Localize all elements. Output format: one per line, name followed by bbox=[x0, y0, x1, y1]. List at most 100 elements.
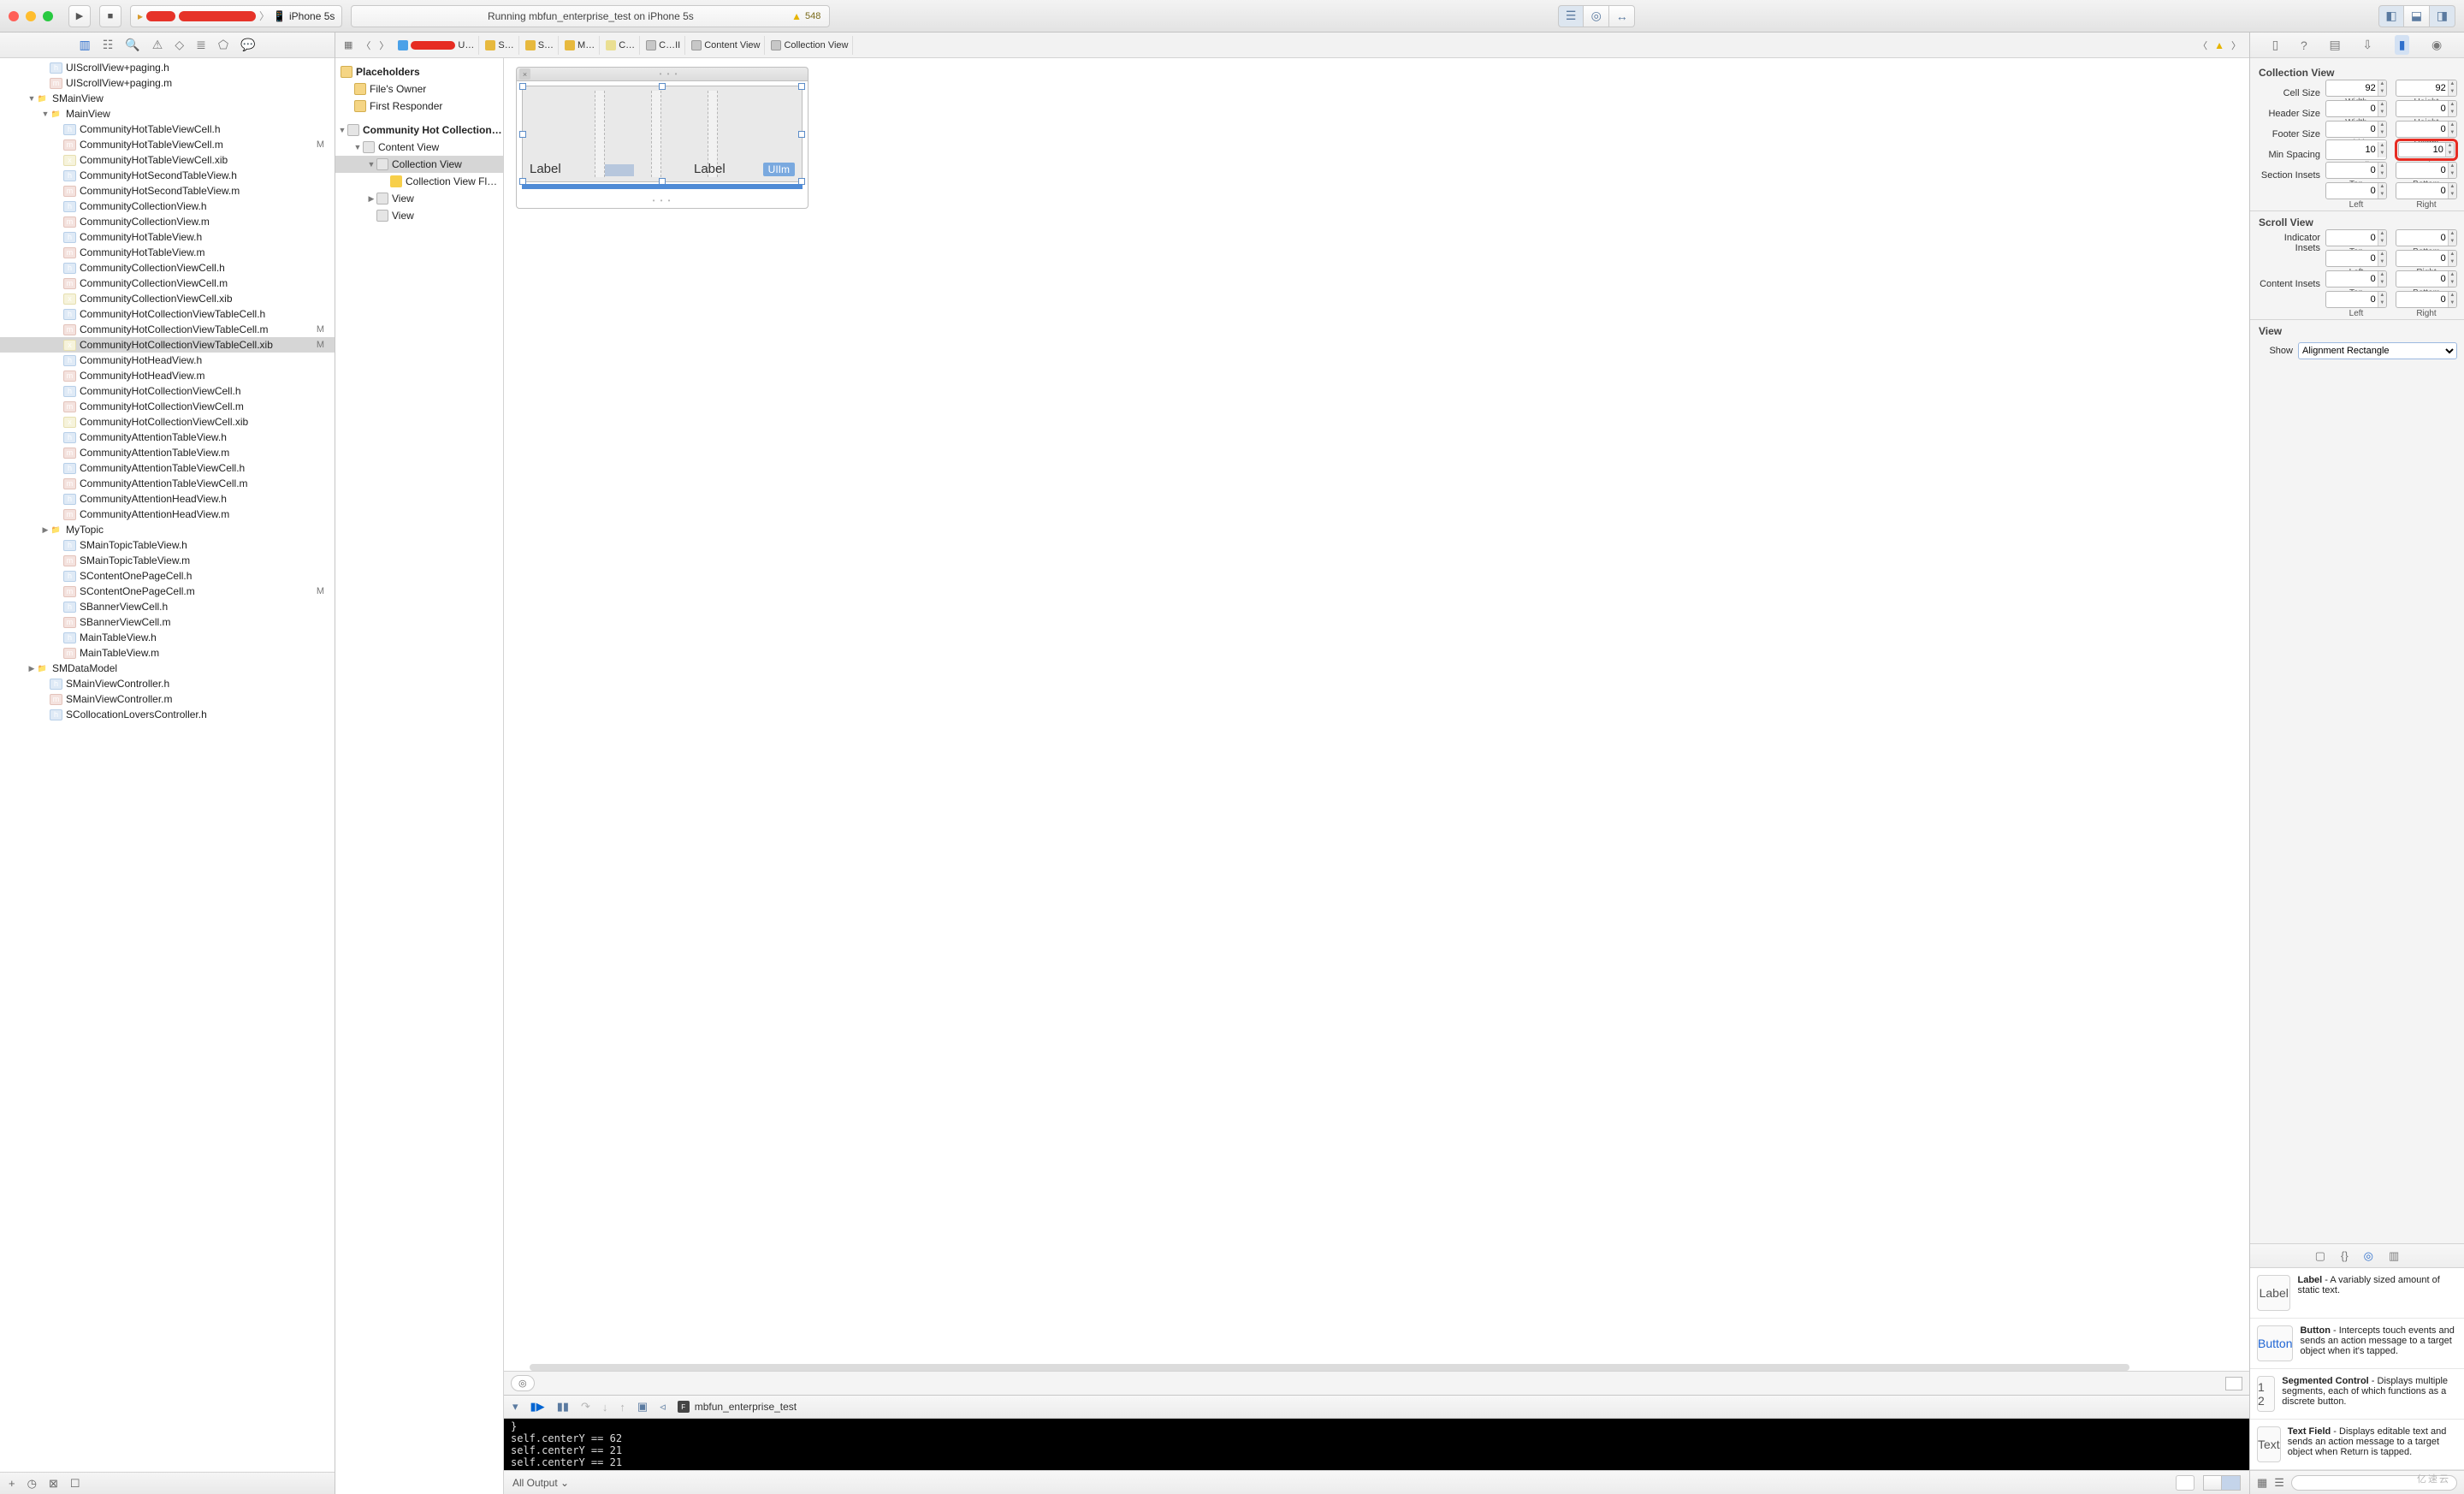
project-nav-icon[interactable]: ▥ bbox=[80, 38, 91, 52]
debug-nav-icon[interactable]: ≣ bbox=[196, 38, 206, 52]
footer-width-input[interactable]: ▲▼ bbox=[2325, 121, 2387, 138]
file-row[interactable]: ▼📁MainView bbox=[0, 106, 335, 122]
issue-nav-icon[interactable]: ⚠ bbox=[152, 38, 163, 52]
file-row[interactable]: mSBannerViewCell.m bbox=[0, 614, 335, 630]
clear-console-button[interactable] bbox=[2176, 1475, 2194, 1491]
interface-builder-canvas[interactable]: ×• • • Label Label UIIm bbox=[504, 58, 2249, 1371]
related-items-icon[interactable]: ▦ bbox=[341, 39, 356, 50]
indicator-top-input[interactable]: ▲▼ bbox=[2325, 229, 2387, 246]
outline-row[interactable]: ▼Collection View bbox=[335, 156, 503, 173]
grid-view-icon[interactable]: ▦ bbox=[2257, 1476, 2267, 1490]
file-row[interactable]: mCommunityHotSecondTableView.m bbox=[0, 183, 335, 199]
attributes-inspector-icon[interactable]: ⇩ bbox=[2362, 38, 2372, 52]
file-row[interactable]: hCommunityHotHeadView.h bbox=[0, 353, 335, 368]
debug-console[interactable]: } self.centerY == 62 self.centerY == 21 … bbox=[504, 1419, 2249, 1470]
file-row[interactable]: mCommunityHotCollectionViewCell.m bbox=[0, 399, 335, 414]
file-row[interactable]: ▶📁MyTopic bbox=[0, 522, 335, 537]
size-inspector-icon[interactable]: ▮ bbox=[2395, 35, 2410, 55]
list-view-icon[interactable]: ☰ bbox=[2274, 1476, 2284, 1490]
connections-inspector-icon[interactable]: ◉ bbox=[2431, 38, 2442, 52]
file-inspector-icon[interactable]: ▯ bbox=[2272, 38, 2279, 52]
file-row[interactable]: ▼📁SMainView bbox=[0, 91, 335, 106]
assistant-editor-button[interactable]: ◎ bbox=[1584, 5, 1609, 27]
content-left-input[interactable]: ▲▼ bbox=[2325, 291, 2387, 308]
symbol-nav-icon[interactable]: ☷ bbox=[103, 38, 114, 52]
file-row[interactable]: ▶📁SMDataModel bbox=[0, 661, 335, 676]
file-row[interactable]: xCommunityHotTableViewCell.xib bbox=[0, 152, 335, 168]
file-row[interactable]: hUIScrollView+paging.h bbox=[0, 60, 335, 75]
step-out-icon[interactable]: ↑ bbox=[619, 1401, 625, 1414]
outline-row[interactable]: ▶View bbox=[335, 190, 503, 207]
toggle-inspector-button[interactable]: ◨ bbox=[2430, 5, 2455, 27]
recent-filter-icon[interactable]: ◷ bbox=[27, 1477, 37, 1491]
file-row[interactable]: mCommunityHotHeadView.m bbox=[0, 368, 335, 383]
content-top-input[interactable]: ▲▼ bbox=[2325, 270, 2387, 288]
breakpoint-nav-icon[interactable]: ⬠ bbox=[218, 38, 228, 52]
outline-row[interactable]: Collection View Fl… bbox=[335, 173, 503, 190]
test-nav-icon[interactable]: ◇ bbox=[175, 38, 184, 52]
media-library-icon[interactable]: ▥ bbox=[2389, 1249, 2399, 1263]
file-row[interactable]: mSMainViewController.m bbox=[0, 691, 335, 707]
header-height-input[interactable]: ▲▼ bbox=[2396, 100, 2457, 117]
indicator-bottom-input[interactable]: ▲▼ bbox=[2396, 229, 2457, 246]
document-outline[interactable]: Placeholders File's OwnerFirst Responder… bbox=[335, 58, 504, 1494]
object-library-icon[interactable]: ◎ bbox=[2364, 1249, 2373, 1263]
library-item[interactable]: TextText Field - Displays editable text … bbox=[2250, 1420, 2464, 1470]
zoom-control[interactable]: ◎ bbox=[511, 1375, 535, 1391]
horizontal-scrollbar[interactable] bbox=[530, 1364, 2129, 1371]
zoom-window-icon[interactable] bbox=[43, 11, 53, 21]
file-row[interactable]: hSCollocationLoversController.h bbox=[0, 707, 335, 722]
file-row[interactable]: mCommunityCollectionViewCell.m bbox=[0, 276, 335, 291]
variables-pane-button[interactable] bbox=[2203, 1475, 2222, 1491]
file-row[interactable]: hCommunityAttentionHeadView.h bbox=[0, 491, 335, 507]
back-button[interactable]: 〈 bbox=[358, 39, 374, 52]
breakpoint-toggle-icon[interactable]: ▮▶ bbox=[530, 1400, 545, 1414]
show-select[interactable]: Alignment Rectangle bbox=[2298, 342, 2457, 359]
cell-height-input[interactable]: ▲▼ bbox=[2396, 80, 2457, 97]
library-item[interactable]: ButtonButton - Intercepts touch events a… bbox=[2250, 1319, 2464, 1369]
header-width-input[interactable]: ▲▼ bbox=[2325, 100, 2387, 117]
minspacing-lines-input[interactable]: ▲▼ bbox=[2398, 142, 2455, 157]
doc-outline-toggle[interactable] bbox=[2225, 1377, 2242, 1390]
minspacing-cells-input[interactable]: ▲▼ bbox=[2325, 139, 2387, 160]
code-snippets-icon[interactable]: {} bbox=[2341, 1249, 2348, 1262]
file-row[interactable]: mCommunityHotTableViewCell.mM bbox=[0, 137, 335, 152]
file-row[interactable]: hCommunityHotTableViewCell.h bbox=[0, 122, 335, 137]
inset-bottom-input[interactable]: ▲▼ bbox=[2396, 162, 2457, 179]
filter-icon[interactable]: ☐ bbox=[70, 1477, 80, 1491]
library-item[interactable]: 1 2Segmented Control - Displays multiple… bbox=[2250, 1369, 2464, 1420]
scheme-selector[interactable]: ▸ 〉 📱 iPhone 5s bbox=[130, 5, 342, 27]
file-row[interactable]: hSMainViewController.h bbox=[0, 676, 335, 691]
indicator-right-input[interactable]: ▲▼ bbox=[2396, 250, 2457, 267]
jump-back-icon[interactable]: 〈 bbox=[2194, 39, 2211, 52]
file-row[interactable]: mCommunityAttentionHeadView.m bbox=[0, 507, 335, 522]
jump-bar[interactable]: ▦ 〈 〉 U… S… S… M… C… C…II Content View C… bbox=[335, 33, 2249, 58]
object-library[interactable]: LabelLabel - A variably sized amount of … bbox=[2250, 1267, 2464, 1470]
file-row[interactable]: hSMainTopicTableView.h bbox=[0, 537, 335, 553]
forward-button[interactable]: 〉 bbox=[376, 39, 392, 52]
console-filter[interactable]: All Output ⌄ bbox=[512, 1477, 569, 1489]
file-row[interactable]: mCommunityAttentionTableView.m bbox=[0, 445, 335, 460]
close-icon[interactable]: × bbox=[519, 68, 530, 80]
outline-row[interactable]: First Responder bbox=[335, 98, 503, 115]
file-row[interactable]: hCommunityCollectionViewCell.h bbox=[0, 260, 335, 276]
file-row[interactable]: mSMainTopicTableView.m bbox=[0, 553, 335, 568]
ib-view-container[interactable]: ×• • • Label Label UIIm bbox=[516, 67, 808, 209]
close-window-icon[interactable] bbox=[9, 11, 19, 21]
identity-inspector-icon[interactable]: ▤ bbox=[2329, 38, 2340, 52]
file-row[interactable]: mCommunityCollectionView.m bbox=[0, 214, 335, 229]
file-row[interactable]: hCommunityHotCollectionViewTableCell.h bbox=[0, 306, 335, 322]
stop-button[interactable] bbox=[99, 5, 121, 27]
file-row[interactable]: mMainTableView.m bbox=[0, 645, 335, 661]
standard-editor-button[interactable]: ☰ bbox=[1558, 5, 1584, 27]
warning-count[interactable]: ▲548 bbox=[791, 10, 820, 22]
file-row[interactable]: xCommunityHotCollectionViewCell.xib bbox=[0, 414, 335, 430]
file-row[interactable]: mCommunityAttentionTableViewCell.m bbox=[0, 476, 335, 491]
file-row[interactable]: hCommunityHotCollectionViewCell.h bbox=[0, 383, 335, 399]
file-row[interactable]: hSBannerViewCell.h bbox=[0, 599, 335, 614]
file-row[interactable]: xCommunityCollectionViewCell.xib bbox=[0, 291, 335, 306]
find-nav-icon[interactable]: 🔍 bbox=[125, 38, 139, 52]
run-button[interactable] bbox=[68, 5, 91, 27]
file-row[interactable]: hMainTableView.h bbox=[0, 630, 335, 645]
step-into-icon[interactable]: ↓ bbox=[602, 1401, 608, 1414]
